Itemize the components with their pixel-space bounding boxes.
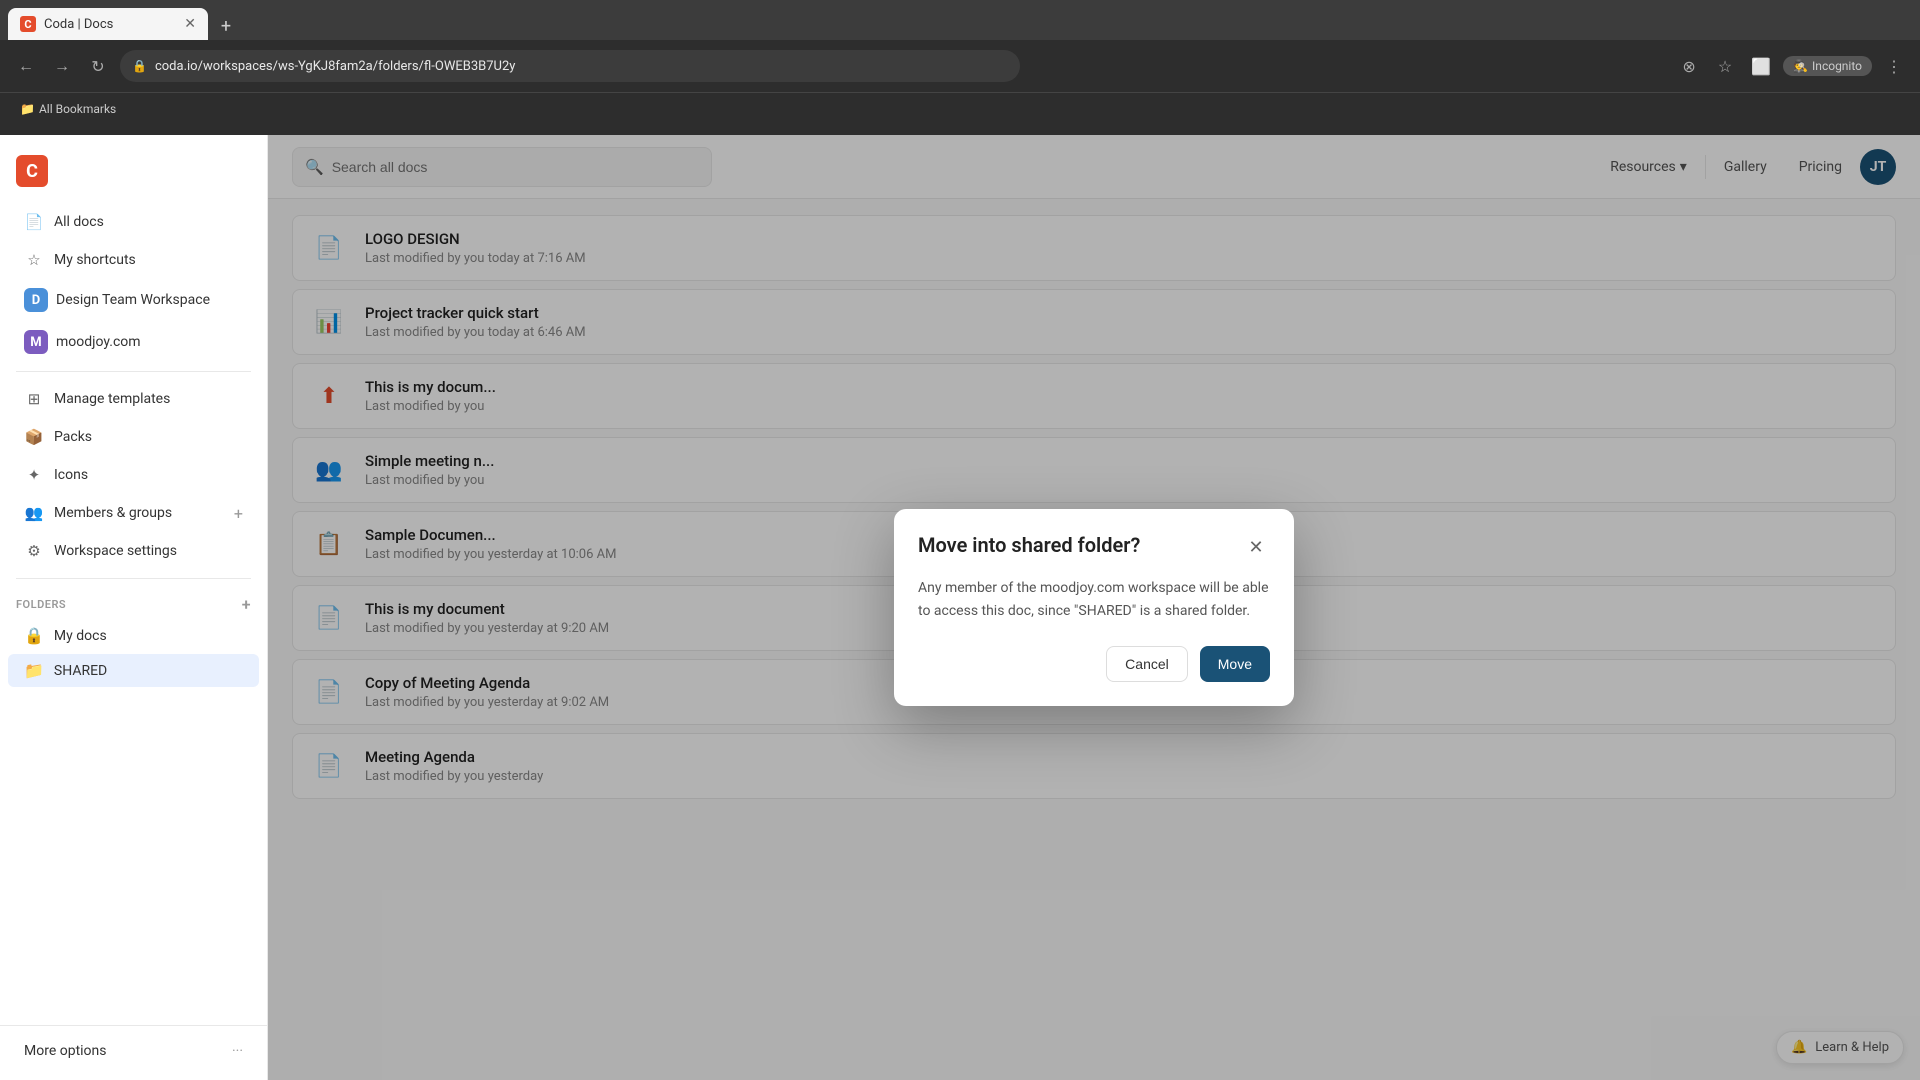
menu-button[interactable]: ⋮ [1880, 52, 1908, 80]
bookmark-icon: 📁 [20, 102, 35, 116]
coda-logo-icon[interactable]: C [16, 155, 48, 187]
sidebar-item-packs[interactable]: 📦 Packs [8, 419, 259, 455]
sidebar-item-more-options[interactable]: More options ··· [8, 1035, 259, 1067]
url-text: coda.io/workspaces/ws-YgKJ8fam2a/folders… [155, 59, 516, 74]
sidebar-item-shared[interactable]: 📁 SHARED [8, 654, 259, 687]
icons-icon: ✦ [24, 465, 44, 485]
icons-label: Icons [54, 467, 243, 483]
workspace-settings-icon: ⚙ [24, 541, 44, 561]
star-icon[interactable]: ☆ [1711, 52, 1739, 80]
move-button[interactable]: Move [1200, 646, 1270, 682]
lock-icon: 🔒 [132, 59, 147, 73]
sidebar: C 📄 All docs ☆ My shortcuts D Design Tea… [0, 135, 268, 1080]
sidebar-divider-1 [16, 371, 251, 372]
nav-actions: ⊗ ☆ ⬜ 🕵 Incognito ⋮ [1675, 52, 1908, 80]
modal-actions: Cancel Move [918, 646, 1270, 682]
back-button[interactable]: ← [12, 52, 40, 80]
my-shortcuts-label: My shortcuts [54, 252, 243, 268]
moodjoy-label: moodjoy.com [56, 334, 141, 350]
members-label: Members & groups [54, 505, 224, 521]
modal-overlay: Move into shared folder? ✕ Any member of… [268, 135, 1920, 1080]
incognito-label: Incognito [1812, 59, 1862, 73]
tab-bar: C Coda | Docs ✕ + [0, 0, 1920, 40]
manage-templates-icon: ⊞ [24, 389, 44, 409]
sidebar-bottom: More options ··· [0, 1025, 267, 1068]
members-icon: 👥 [24, 503, 44, 523]
browser-chrome: C Coda | Docs ✕ + ← → ↻ 🔒 coda.io/worksp… [0, 0, 1920, 135]
sidebar-item-my-docs[interactable]: 🔒 My docs [8, 619, 259, 652]
app: C 📄 All docs ☆ My shortcuts D Design Tea… [0, 135, 1920, 1080]
cancel-button[interactable]: Cancel [1106, 646, 1188, 682]
add-folder-icon[interactable]: + [242, 595, 251, 614]
tab-favicon: C [20, 16, 36, 32]
design-team-label: Design Team Workspace [56, 292, 210, 308]
add-member-icon[interactable]: + [234, 504, 243, 523]
sidebar-item-workspace-settings[interactable]: ⚙ Workspace settings [8, 533, 259, 569]
tab-close-button[interactable]: ✕ [184, 16, 196, 32]
reload-button[interactable]: ↻ [84, 52, 112, 80]
nav-bar: ← → ↻ 🔒 coda.io/workspaces/ws-YgKJ8fam2a… [0, 40, 1920, 92]
all-docs-icon: 📄 [24, 212, 44, 232]
sidebar-item-my-shortcuts[interactable]: ☆ My shortcuts [8, 242, 259, 278]
lock-folder-icon: 🔒 [24, 626, 44, 645]
my-docs-label: My docs [54, 628, 107, 644]
incognito-icon: 🕵 [1793, 59, 1808, 73]
active-tab[interactable]: C Coda | Docs ✕ [8, 8, 208, 40]
sidebar-divider-2 [16, 578, 251, 579]
new-tab-button[interactable]: + [212, 12, 240, 40]
profile-icon[interactable]: ⬜ [1747, 52, 1775, 80]
sidebar-item-design-team[interactable]: D Design Team Workspace [8, 280, 259, 320]
sidebar-item-moodjoy[interactable]: M moodjoy.com [8, 322, 259, 362]
bookmarks-bar: 📁 All Bookmarks [0, 92, 1920, 124]
modal-close-button[interactable]: ✕ [1242, 533, 1270, 561]
modal-body: Any member of the moodjoy.com workspace … [918, 577, 1270, 622]
incognito-badge: 🕵 Incognito [1783, 56, 1872, 76]
shared-label: SHARED [54, 663, 107, 679]
tab-title: Coda | Docs [44, 17, 176, 32]
sidebar-item-all-docs[interactable]: 📄 All docs [8, 204, 259, 240]
modal-title: Move into shared folder? [918, 533, 1140, 557]
all-docs-label: All docs [54, 214, 243, 230]
sidebar-item-manage-templates[interactable]: ⊞ Manage templates [8, 381, 259, 417]
design-team-badge: D [24, 288, 48, 312]
sidebar-item-members[interactable]: 👥 Members & groups + [8, 495, 259, 531]
all-bookmarks-item[interactable]: 📁 All Bookmarks [12, 102, 124, 116]
forward-button[interactable]: → [48, 52, 76, 80]
main-content: 🔍 Resources ▾ Gallery Pricing JT [268, 135, 1920, 1080]
more-options-icon: ··· [232, 1043, 243, 1059]
more-options-label: More options [24, 1043, 222, 1059]
shared-folder-icon: 📁 [24, 661, 44, 680]
all-bookmarks-label: All Bookmarks [39, 102, 116, 116]
cast-icon[interactable]: ⊗ [1675, 52, 1703, 80]
moodjoy-badge: M [24, 330, 48, 354]
manage-templates-label: Manage templates [54, 391, 243, 407]
modal-header: Move into shared folder? ✕ [918, 533, 1270, 561]
workspace-settings-label: Workspace settings [54, 543, 243, 559]
sidebar-logo: C [0, 147, 267, 195]
address-bar[interactable]: 🔒 coda.io/workspaces/ws-YgKJ8fam2a/folde… [120, 50, 1020, 82]
folders-section-header: FOLDERS + [0, 587, 267, 618]
star-icon: ☆ [24, 250, 44, 270]
sidebar-item-icons[interactable]: ✦ Icons [8, 457, 259, 493]
packs-label: Packs [54, 429, 243, 445]
packs-icon: 📦 [24, 427, 44, 447]
move-to-shared-modal: Move into shared folder? ✕ Any member of… [894, 509, 1294, 706]
